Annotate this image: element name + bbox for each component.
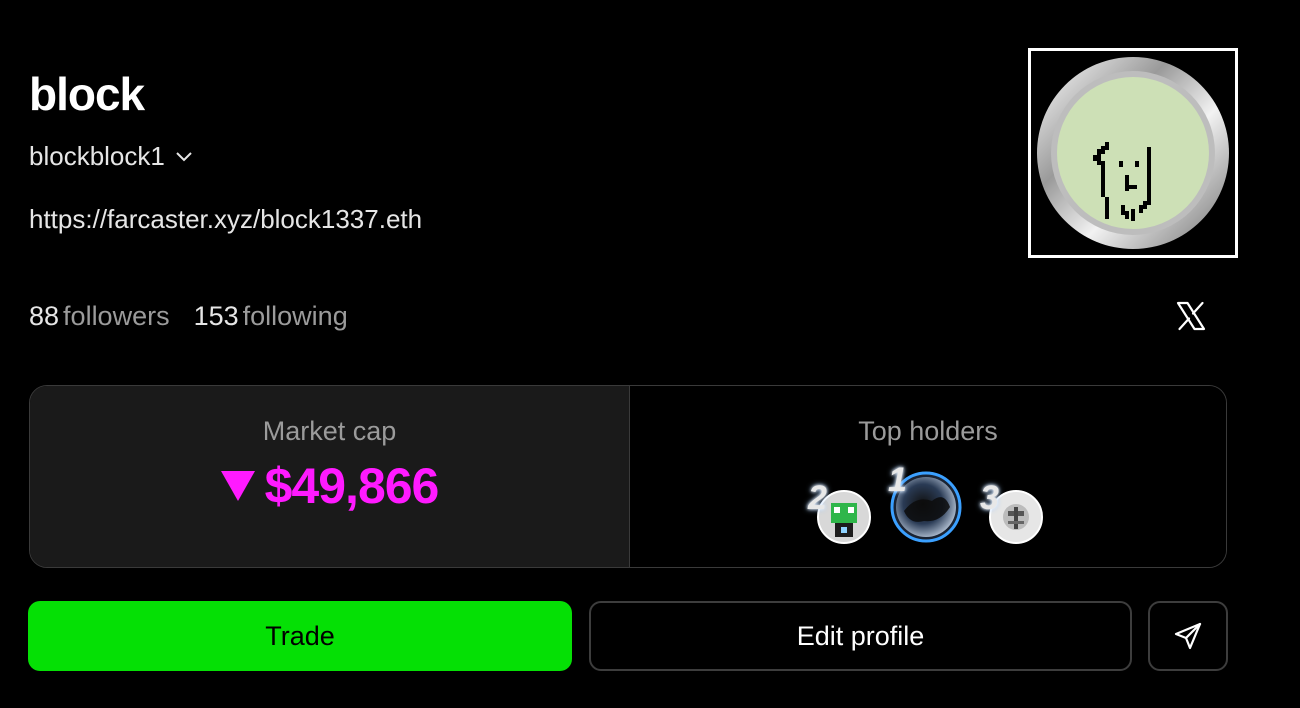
chevron-down-icon	[176, 152, 192, 162]
holder-rank: 1	[888, 461, 907, 499]
x-logo-icon[interactable]	[1175, 300, 1207, 332]
followers-count: 88	[29, 301, 60, 331]
top-holders-panel: Top holders 2 1 3	[630, 386, 1226, 567]
username-dropdown[interactable]: blockblock1	[29, 139, 193, 173]
market-cap-panel: Market cap $49,866	[30, 386, 630, 567]
market-cap-value: $49,866	[264, 458, 440, 514]
username: blockblock1	[29, 141, 165, 171]
share-button[interactable]	[1148, 601, 1228, 671]
profile-link[interactable]: https://farcaster.xyz/block1337.eth	[29, 202, 422, 236]
following-count: 153	[193, 301, 239, 331]
top-holders-list: 2 1 3	[630, 463, 1226, 553]
trade-button[interactable]: Trade	[28, 601, 572, 671]
holder-rank: 3	[980, 479, 999, 517]
holder-rank: 2	[808, 479, 827, 517]
profile-avatar[interactable]	[1028, 48, 1238, 258]
top-holders-title: Top holders	[858, 416, 998, 446]
token-stats-card: Market cap $49,866 Top holders 2 1 3	[29, 385, 1227, 568]
pixel-face-icon	[1037, 57, 1229, 249]
trend-down-icon	[220, 471, 255, 501]
followers-stat[interactable]: 88 followers	[29, 298, 170, 334]
following-stat[interactable]: 153 following	[194, 298, 348, 334]
followers-label: followers	[63, 301, 170, 331]
display-name: block	[29, 68, 145, 120]
market-cap-value-row: $49,866	[30, 456, 629, 516]
market-cap-title: Market cap	[262, 416, 397, 446]
edit-profile-button[interactable]: Edit profile	[589, 601, 1132, 671]
send-icon	[1174, 622, 1202, 650]
following-label: following	[242, 301, 348, 331]
follow-stats: 88 followers 153 following	[29, 298, 348, 334]
